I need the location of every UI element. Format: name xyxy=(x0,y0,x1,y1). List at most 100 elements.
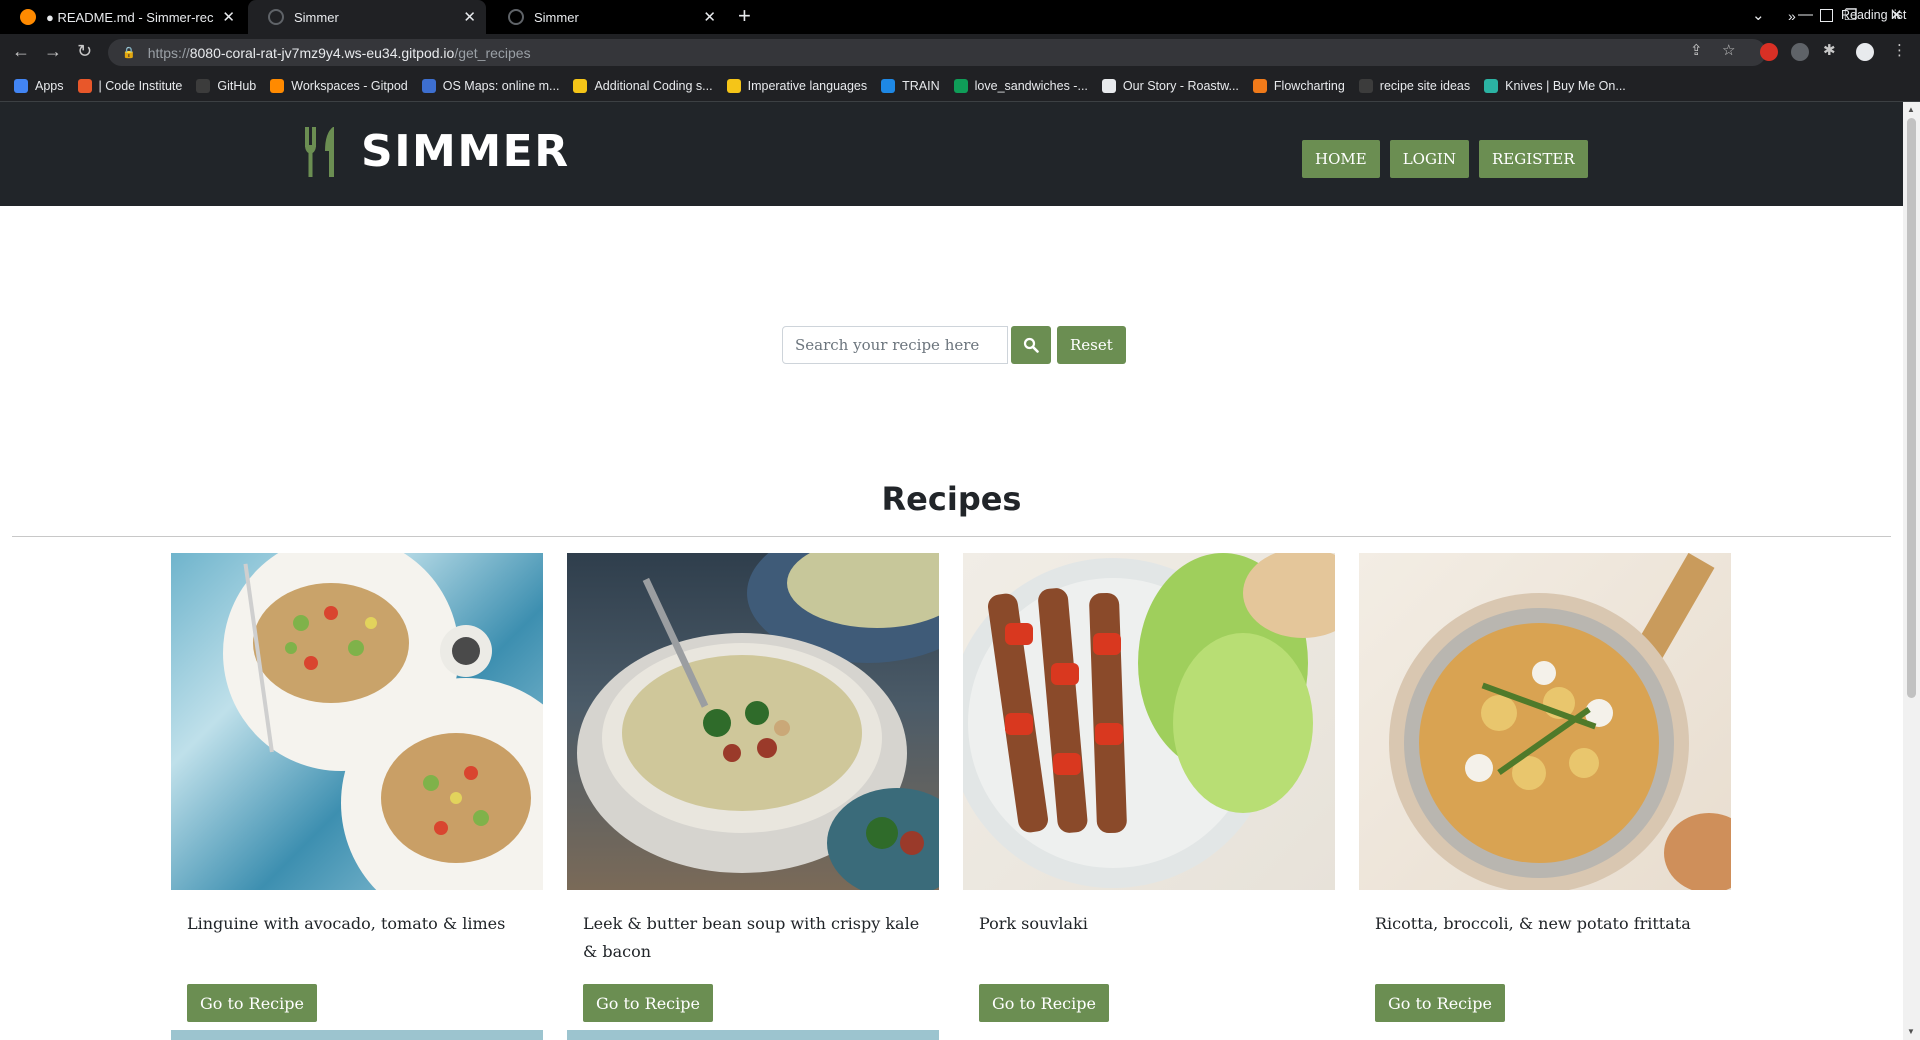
extensions-puzzle-icon[interactable]: ✱ xyxy=(1823,41,1836,59)
bookmark-favicon-icon xyxy=(881,78,896,93)
scrollbar-thumb[interactable] xyxy=(1907,118,1916,698)
bookmark-label: Imperative languages xyxy=(747,78,868,93)
bookmark-item[interactable]: OS Maps: online m... xyxy=(421,78,560,93)
browser-tab-active[interactable]: Simmer ✕ xyxy=(248,0,486,34)
go-to-recipe-button[interactable]: Go to Recipe xyxy=(1375,984,1505,1022)
reading-list-label: Reading list xyxy=(1841,8,1907,22)
recipe-image[interactable] xyxy=(171,553,543,890)
bookmark-item[interactable]: love_sandwiches -... xyxy=(953,78,1088,93)
close-tab-icon[interactable]: ✕ xyxy=(463,8,476,26)
bookmark-label: Knives | Buy Me On... xyxy=(1505,78,1626,93)
go-to-recipe-button[interactable]: Go to Recipe xyxy=(979,984,1109,1022)
page-favicon-icon xyxy=(268,9,284,25)
tab-search-icon[interactable]: ⌄ xyxy=(1752,6,1765,24)
nav-home-button[interactable]: HOME xyxy=(1302,140,1380,178)
nav-register-button[interactable]: REGISTER xyxy=(1478,140,1588,178)
browser-toolbar: ← → ↻ 🔒 https:// 8080-coral-rat-jv7mz9y4… xyxy=(0,34,1920,70)
go-to-recipe-button[interactable]: Go to Recipe xyxy=(187,984,317,1022)
bookmark-label: recipe site ideas xyxy=(1379,78,1471,93)
close-tab-icon[interactable]: ✕ xyxy=(222,8,235,26)
bookmark-item[interactable]: GitHub xyxy=(196,78,256,93)
bookmark-item[interactable]: Workspaces - Gitpod xyxy=(270,78,408,93)
bookmark-item[interactable]: Additional Coding s... xyxy=(573,78,713,93)
tab-title: Simmer xyxy=(534,9,579,25)
bookmark-favicon-icon xyxy=(14,78,28,93)
bookmark-favicon-icon xyxy=(726,78,741,93)
url-path: /get_recipes xyxy=(454,44,531,61)
page-favicon-icon xyxy=(508,9,524,25)
recipe-card: Linguine with avocado, tomato & limes Go… xyxy=(171,553,543,1022)
forward-icon[interactable]: → xyxy=(44,41,62,62)
recipe-search-form: Search your recipe here Reset xyxy=(782,326,1126,364)
back-icon[interactable]: ← xyxy=(12,41,30,62)
bookmark-favicon-icon xyxy=(1358,78,1373,93)
recipe-card: Ricotta, broccoli, & new potato frittata… xyxy=(1359,553,1731,1022)
section-divider xyxy=(12,536,1891,537)
new-tab-icon[interactable]: + xyxy=(738,3,751,29)
reset-button[interactable]: Reset xyxy=(1057,326,1126,364)
next-row-recipe-image[interactable] xyxy=(171,1030,543,1040)
scroll-down-icon[interactable]: ▼ xyxy=(1907,1027,1915,1036)
search-input[interactable]: Search your recipe here xyxy=(782,326,1008,364)
bookmark-item[interactable]: Our Story - Roastw... xyxy=(1101,78,1239,93)
site-header: SIMMER HOME LOGIN REGISTER xyxy=(0,102,1903,206)
bookmark-label: Apps xyxy=(35,78,64,93)
browser-tab[interactable]: ● README.md - Simmer-recipe- ✕ xyxy=(0,0,245,34)
bookmark-item[interactable]: | Code Institute xyxy=(77,78,182,93)
gitpod-favicon-icon xyxy=(20,9,36,25)
linguine-illustration xyxy=(223,553,543,890)
minimize-icon[interactable]: — xyxy=(1798,6,1813,23)
bookmark-favicon-icon xyxy=(77,78,92,93)
reload-icon[interactable]: ↻ xyxy=(77,41,92,62)
go-to-recipe-button[interactable]: Go to Recipe xyxy=(583,984,713,1022)
browser-tab-bar: ● README.md - Simmer-recipe- ✕ Simmer ✕ … xyxy=(0,0,1920,34)
recipe-image[interactable] xyxy=(1359,553,1731,890)
cutlery-icon xyxy=(305,126,334,177)
recipe-title: Leek & butter bean soup with crispy kale… xyxy=(583,914,920,961)
share-icon[interactable]: ⇪ xyxy=(1690,41,1703,59)
browser-tab[interactable]: Simmer ✕ xyxy=(488,0,726,34)
bookmark-favicon-icon xyxy=(1252,78,1267,93)
next-row-recipe-image[interactable] xyxy=(567,1030,939,1040)
page-viewport: SIMMER HOME LOGIN REGISTER Search your r… xyxy=(0,102,1903,1040)
more-bookmarks-icon[interactable]: » xyxy=(1788,8,1796,24)
recipe-image[interactable] xyxy=(963,553,1335,890)
tab-title: Simmer xyxy=(294,9,339,25)
menu-icon[interactable]: ⋮ xyxy=(1892,41,1907,59)
nav-login-button[interactable]: LOGIN xyxy=(1389,140,1469,178)
bookmark-item[interactable]: Apps xyxy=(14,78,64,93)
search-button[interactable] xyxy=(1011,326,1051,364)
bookmark-item[interactable]: recipe site ideas xyxy=(1358,78,1471,93)
address-bar[interactable]: 🔒 https:// 8080-coral-rat-jv7mz9y4.ws-eu… xyxy=(108,39,1766,66)
scroll-up-icon[interactable]: ▲ xyxy=(1907,105,1915,114)
bookmark-item[interactable]: TRAIN xyxy=(881,78,940,93)
brand-name: SIMMER xyxy=(361,126,570,177)
bookmark-favicon-icon xyxy=(953,78,968,93)
bookmark-star-icon[interactable]: ☆ xyxy=(1722,41,1735,59)
bookmark-favicon-icon xyxy=(270,78,285,93)
bookmark-label: love_sandwiches -... xyxy=(974,78,1088,93)
souvlaki-illustration xyxy=(963,553,1335,888)
reading-list-icon xyxy=(1820,8,1833,22)
extension-icon[interactable] xyxy=(1791,43,1809,61)
bookmark-item[interactable]: Knives | Buy Me On... xyxy=(1484,78,1626,93)
recipe-image[interactable] xyxy=(567,553,939,890)
search-icon xyxy=(1023,337,1039,353)
bookmark-item[interactable]: Flowcharting xyxy=(1252,78,1345,93)
bookmark-item[interactable]: Imperative languages xyxy=(726,78,868,93)
bookmark-favicon-icon xyxy=(421,78,436,93)
page-scrollbar[interactable]: ▲ ▼ xyxy=(1903,102,1920,1040)
bookmark-label: Workspaces - Gitpod xyxy=(291,78,408,93)
bookmark-label: Additional Coding s... xyxy=(594,78,713,93)
bookmark-favicon-icon xyxy=(1484,78,1499,93)
recipe-card: Pork souvlaki Go to Recipe xyxy=(963,553,1335,1022)
recipe-title: Linguine with avocado, tomato & limes xyxy=(187,914,506,933)
bookmark-label: OS Maps: online m... xyxy=(442,78,560,93)
reading-list-button[interactable]: Reading list xyxy=(1820,8,1906,22)
extension-icon[interactable] xyxy=(1760,43,1778,61)
profile-avatar-icon[interactable] xyxy=(1856,43,1874,61)
close-tab-icon[interactable]: ✕ xyxy=(703,8,716,26)
main-nav: HOME LOGIN REGISTER xyxy=(1302,140,1588,178)
brand-logo[interactable]: SIMMER xyxy=(303,126,570,177)
url-host: 8080-coral-rat-jv7mz9y4.ws-eu34.gitpod.i… xyxy=(189,44,455,61)
